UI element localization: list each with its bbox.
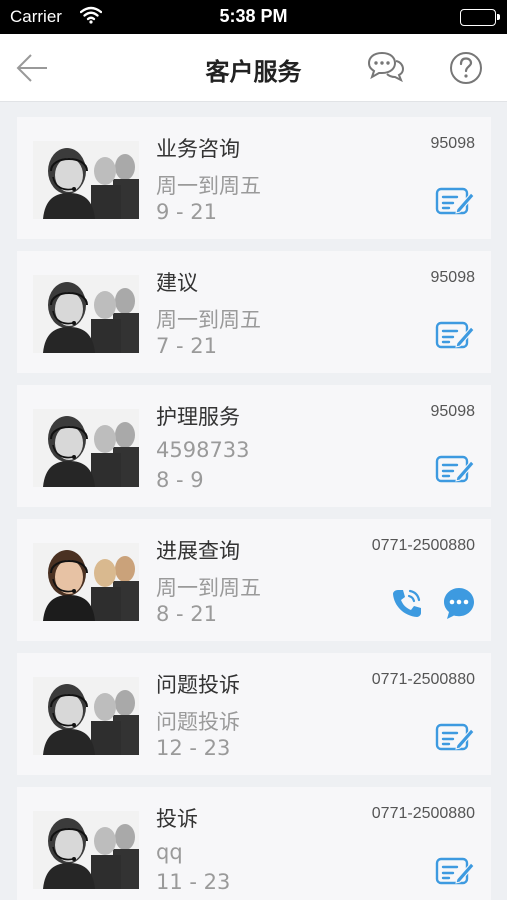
service-phone: 0771-2500880: [371, 537, 475, 554]
agent-photo: [33, 677, 139, 755]
service-hours: 8 - 9: [156, 468, 204, 492]
edit-form-icon[interactable]: [435, 185, 475, 217]
phone-icon[interactable]: [389, 585, 425, 621]
service-name: 护理服务: [156, 405, 240, 429]
service-detail: 周一到周五: [156, 174, 261, 198]
agent-photo: [33, 543, 139, 621]
service-hours: 8 - 21: [156, 602, 218, 626]
service-detail: 4598733: [156, 438, 250, 462]
service-name: 进展查询: [156, 539, 240, 563]
agent-photo: [33, 141, 139, 219]
service-phone: 95098: [430, 135, 476, 152]
service-card[interactable]: 问题投诉 问题投诉 12 - 23 0771-2500880: [17, 653, 491, 775]
status-bar: Carrier 5:38 PM: [0, 0, 507, 34]
service-name: 投诉: [156, 807, 198, 831]
service-detail: 周一到周五: [156, 308, 261, 332]
service-hours: 12 - 23: [156, 736, 231, 760]
service-detail: 问题投诉: [156, 710, 240, 734]
service-hours: 9 - 21: [156, 200, 218, 224]
service-list: 业务咨询 周一到周五 9 - 21 95098 建议 周一到周五 7 - 21 …: [17, 117, 491, 900]
edit-form-icon[interactable]: [435, 855, 475, 887]
service-hours: 11 - 23: [156, 870, 231, 894]
service-phone: 0771-2500880: [371, 805, 475, 822]
agent-photo: [33, 409, 139, 487]
service-card[interactable]: 进展查询 周一到周五 8 - 21 0771-2500880: [17, 519, 491, 641]
service-card[interactable]: 业务咨询 周一到周五 9 - 21 95098: [17, 117, 491, 239]
service-card[interactable]: 护理服务 4598733 8 - 9 95098: [17, 385, 491, 507]
battery-icon: [460, 9, 500, 26]
agent-photo: [33, 275, 139, 353]
page-title: 客户服务: [205, 58, 302, 86]
service-phone: 0771-2500880: [371, 671, 475, 688]
service-hours: 7 - 21: [156, 334, 218, 358]
edit-form-icon[interactable]: [435, 721, 475, 753]
help-icon[interactable]: [446, 49, 486, 87]
service-card[interactable]: 投诉 qq 11 - 23 0771-2500880: [17, 787, 491, 900]
chat-bubbles-icon[interactable]: [366, 49, 406, 87]
service-name: 建议: [156, 271, 198, 295]
agent-photo: [33, 811, 139, 889]
nav-bar: 客户服务: [0, 34, 507, 102]
service-phone: 95098: [430, 269, 476, 286]
service-phone: 95098: [430, 403, 476, 420]
edit-form-icon[interactable]: [435, 319, 475, 351]
message-icon[interactable]: [441, 585, 477, 621]
edit-form-icon[interactable]: [435, 453, 475, 485]
service-card[interactable]: 建议 周一到周五 7 - 21 95098: [17, 251, 491, 373]
service-detail: qq: [156, 840, 183, 864]
status-time: 5:38 PM: [219, 6, 288, 26]
service-name: 问题投诉: [156, 673, 240, 697]
service-detail: 周一到周五: [156, 576, 261, 600]
service-name: 业务咨询: [156, 137, 240, 161]
